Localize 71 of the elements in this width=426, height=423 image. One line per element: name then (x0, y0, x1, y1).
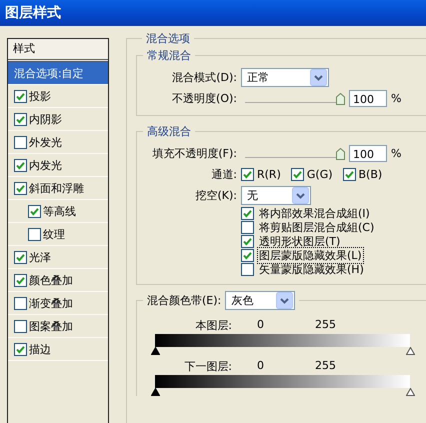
percent-input[interactable]: 100 (349, 90, 387, 107)
style-item[interactable]: 斜面和浮雕 (8, 177, 108, 200)
high-value: 255 (315, 359, 336, 372)
style-item[interactable]: 渐变叠加 (8, 292, 108, 315)
blend-mode-dropdown[interactable]: 正常 (241, 68, 329, 87)
checkbox[interactable] (241, 220, 254, 234)
checkbox[interactable] (241, 234, 254, 248)
checkbox[interactable] (241, 168, 254, 181)
checkbox-label: G(G) (306, 168, 333, 181)
checkbox[interactable] (14, 136, 27, 148)
percent-input[interactable]: 100 (349, 145, 387, 162)
style-item[interactable]: 描边 (8, 338, 108, 361)
layer-label: 下一图层: (184, 359, 232, 374)
slider-thumb[interactable] (336, 92, 345, 104)
list-header: 样式 (8, 39, 108, 62)
checkbox[interactable] (28, 204, 41, 218)
style-item[interactable]: 外发光 (8, 131, 108, 154)
checkbox-label: R(R) (257, 168, 281, 181)
field-label: 挖空(K): (194, 188, 237, 203)
high-value: 255 (315, 318, 336, 331)
field-label: 不透明度(O): (171, 91, 237, 106)
style-item[interactable]: 纹理 (8, 223, 108, 246)
unit-label: % (391, 147, 402, 160)
layer-label: 本图层: (195, 318, 232, 333)
slider-handle[interactable] (151, 388, 160, 396)
style-item[interactable]: 内发光 (8, 154, 108, 177)
field-label: 混合模式(D): (171, 70, 237, 85)
checkbox-label: 矢量蒙版隐藏效果(H) (258, 262, 365, 278)
style-item[interactable]: 内阴影 (8, 108, 108, 131)
checkbox[interactable] (14, 158, 27, 172)
checkbox-label: 将剪贴图层混合成組(C) (258, 220, 376, 236)
checkbox-label: 透明形状图层(T) (258, 234, 342, 250)
checkbox[interactable] (241, 206, 254, 220)
checkbox[interactable] (241, 248, 254, 262)
low-value: 0 (257, 318, 264, 331)
checkbox[interactable] (14, 182, 27, 194)
checkbox-label: B(B) (358, 168, 382, 181)
field-label: 填充不透明度(F): (151, 146, 237, 161)
checkbox[interactable] (14, 296, 27, 310)
checkbox[interactable] (14, 90, 27, 102)
field-label: 通道: (210, 167, 237, 182)
unit-label: % (391, 92, 402, 105)
slider-handle[interactable] (406, 347, 415, 355)
slider-handle[interactable] (151, 347, 160, 355)
style-item[interactable]: 混合选项:自定 (8, 62, 108, 85)
checkbox[interactable] (241, 262, 254, 276)
style-item[interactable]: 投影 (8, 85, 108, 108)
checkbox[interactable] (342, 168, 356, 181)
window-title: 图层样式 (5, 4, 61, 22)
style-item[interactable]: 光泽 (8, 246, 108, 269)
checkbox[interactable] (14, 320, 27, 332)
group-title: 混合选项 (145, 31, 191, 46)
knockout-dropdown[interactable]: 无 (241, 186, 311, 205)
style-item[interactable]: 颜色叠加 (8, 269, 108, 292)
checkbox[interactable] (290, 168, 304, 181)
group-title: 高级混合 (146, 124, 192, 139)
checkbox[interactable] (14, 112, 27, 126)
style-item[interactable]: 图案叠加 (8, 315, 108, 338)
slider-handle[interactable] (406, 388, 415, 396)
low-value: 0 (257, 359, 264, 372)
slider-thumb[interactable] (336, 148, 345, 160)
checkbox-label: 图层蒙版隐藏效果(L) (257, 246, 364, 264)
field-label: 混合颜色带(E): (147, 293, 222, 308)
checkbox[interactable] (28, 228, 41, 240)
checkbox[interactable] (14, 274, 27, 286)
group-title: 常规混合 (146, 48, 192, 63)
checkbox[interactable] (14, 250, 27, 264)
checkbox-label: 将内部效果混合成組(I) (258, 206, 371, 222)
style-item[interactable]: 等高线 (8, 200, 108, 223)
checkbox[interactable] (14, 342, 27, 356)
blend-if-dropdown[interactable]: 灰色 (225, 291, 296, 310)
